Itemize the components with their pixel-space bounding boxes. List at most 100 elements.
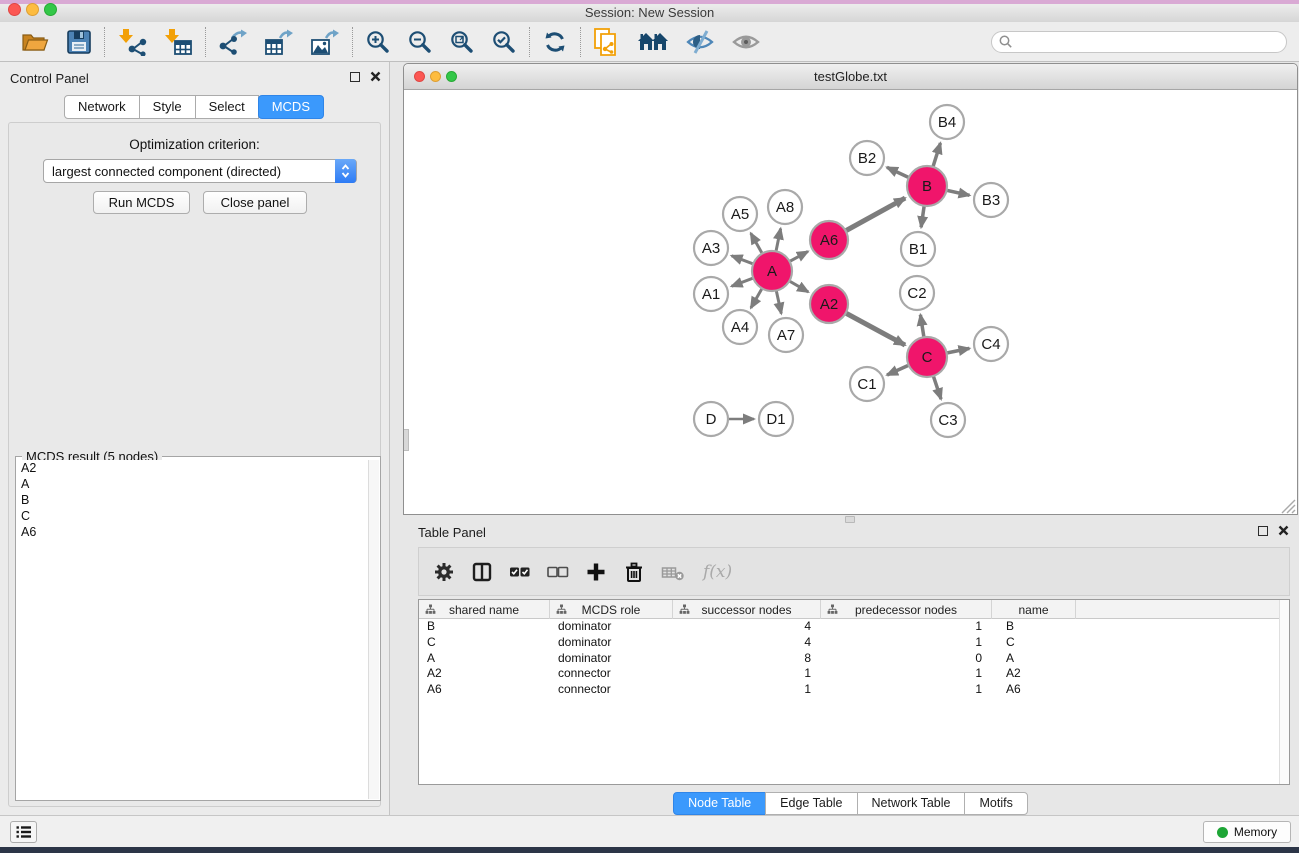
table-row[interactable]: A6connector11A6	[419, 682, 1289, 698]
cell[interactable]: dominator	[550, 635, 673, 651]
new-network-from-file-icon[interactable]	[593, 27, 621, 57]
table-row[interactable]: Adominator80A	[419, 651, 1289, 667]
cell[interactable]: 0	[821, 651, 992, 667]
node-C4[interactable]: C4	[974, 327, 1008, 361]
export-table-icon[interactable]	[264, 28, 294, 56]
node-B3[interactable]: B3	[974, 183, 1008, 217]
network-close-button[interactable]	[414, 71, 425, 82]
node-B1[interactable]: B1	[901, 232, 935, 266]
cell[interactable]: 1	[821, 635, 992, 651]
node-A6[interactable]: A6	[810, 221, 848, 259]
function-builder-icon[interactable]: f(x)	[701, 562, 732, 582]
node-D1[interactable]: D1	[759, 402, 793, 436]
node-A[interactable]: A	[752, 251, 792, 291]
tab-motifs[interactable]: Motifs	[964, 792, 1027, 815]
mcds-result-scrollbar[interactable]	[368, 460, 379, 799]
delete-row-trash-icon[interactable]	[623, 561, 645, 583]
network-canvas[interactable]: B4B2BB3A5A8A6B1A3AC2A1A2A4A7C4CC1C3DD1	[404, 90, 1297, 514]
close-panel-icon[interactable]	[1278, 525, 1289, 536]
cell[interactable]: B	[992, 619, 1076, 635]
mcds-result-list[interactable]: A2ABCA6	[17, 460, 369, 799]
cell[interactable]: A2	[419, 666, 550, 682]
tab-node-table[interactable]: Node Table	[673, 792, 766, 815]
open-session-icon[interactable]	[20, 29, 50, 55]
search-input[interactable]	[1014, 33, 1286, 51]
cell[interactable]: 4	[673, 635, 821, 651]
mcds-result-item[interactable]: C	[17, 508, 369, 524]
export-network-icon[interactable]	[218, 28, 248, 56]
criterion-dropdown[interactable]: largest connected component (directed)	[43, 159, 357, 183]
table-row[interactable]: Cdominator41C	[419, 635, 1289, 651]
minimize-window-button[interactable]	[26, 3, 39, 16]
zoom-selected-icon[interactable]	[491, 29, 517, 55]
table-scrollbar[interactable]	[1279, 600, 1289, 784]
node-A7[interactable]: A7	[769, 318, 803, 352]
refresh-icon[interactable]	[542, 29, 568, 55]
hide-graphics-details-icon[interactable]	[685, 29, 715, 55]
memory-button[interactable]: Memory	[1203, 821, 1291, 843]
network-window-titlebar[interactable]: testGlobe.txt	[404, 64, 1297, 90]
cell[interactable]: connector	[550, 682, 673, 698]
node-C2[interactable]: C2	[900, 276, 934, 310]
deselect-all-icon[interactable]	[547, 561, 569, 583]
cell[interactable]: A6	[419, 682, 550, 698]
tab-network-table[interactable]: Network Table	[857, 792, 966, 815]
cell[interactable]: C	[992, 635, 1076, 651]
node-A2[interactable]: A2	[810, 285, 848, 323]
node-D[interactable]: D	[694, 402, 728, 436]
network-graph[interactable]: B4B2BB3A5A8A6B1A3AC2A1A2A4A7C4CC1C3DD1	[404, 90, 1297, 514]
column-layout-icon[interactable]	[471, 561, 493, 583]
add-row-icon[interactable]	[585, 561, 607, 583]
zoom-out-icon[interactable]	[407, 29, 433, 55]
cell[interactable]: A2	[992, 666, 1076, 682]
tab-edge-table[interactable]: Edge Table	[765, 792, 857, 815]
cell[interactable]: 1	[821, 619, 992, 635]
zoom-in-icon[interactable]	[365, 29, 391, 55]
node-C[interactable]: C	[907, 337, 947, 377]
run-mcds-button[interactable]: Run MCDS	[93, 191, 190, 214]
network-maximize-button[interactable]	[446, 71, 457, 82]
tab-style[interactable]: Style	[139, 95, 196, 119]
cell[interactable]: C	[419, 635, 550, 651]
node-C1[interactable]: C1	[850, 367, 884, 401]
mcds-result-item[interactable]: A6	[17, 524, 369, 540]
mcds-result-item[interactable]: B	[17, 492, 369, 508]
mcds-result-item[interactable]: A	[17, 476, 369, 492]
cell[interactable]: 1	[673, 682, 821, 698]
table-row[interactable]: Bdominator41B	[419, 619, 1289, 635]
cell[interactable]: 1	[821, 666, 992, 682]
cell[interactable]: A	[419, 651, 550, 667]
column-header-predecessor-nodes[interactable]: predecessor nodes	[821, 600, 992, 619]
column-header-successor-nodes[interactable]: successor nodes	[673, 600, 821, 619]
table-row[interactable]: A2connector11A2	[419, 666, 1289, 682]
select-all-icon[interactable]	[509, 561, 531, 583]
node-B2[interactable]: B2	[850, 141, 884, 175]
task-history-button[interactable]	[10, 821, 37, 843]
column-header-name[interactable]: name	[992, 600, 1076, 619]
close-panel-button[interactable]: Close panel	[203, 191, 307, 214]
node-A4[interactable]: A4	[723, 310, 757, 344]
node-B[interactable]: B	[907, 166, 947, 206]
float-panel-icon[interactable]	[1258, 526, 1268, 536]
save-session-icon[interactable]	[66, 29, 92, 55]
close-window-button[interactable]	[8, 3, 21, 16]
cell[interactable]: connector	[550, 666, 673, 682]
cell[interactable]: B	[419, 619, 550, 635]
node-C3[interactable]: C3	[931, 403, 965, 437]
canvas-left-scrollbar[interactable]	[404, 429, 409, 451]
close-panel-icon[interactable]	[370, 71, 381, 82]
mcds-result-item[interactable]: A2	[17, 460, 369, 476]
cell[interactable]: A6	[992, 682, 1076, 698]
import-network-icon[interactable]	[117, 28, 147, 56]
tab-network[interactable]: Network	[64, 95, 140, 119]
show-graphics-details-icon[interactable]	[731, 30, 761, 54]
cell[interactable]: 8	[673, 651, 821, 667]
network-minimize-button[interactable]	[430, 71, 441, 82]
cell[interactable]: 1	[821, 682, 992, 698]
node-A8[interactable]: A8	[768, 190, 802, 224]
cell[interactable]: dominator	[550, 651, 673, 667]
table-options-gear-icon[interactable]	[433, 561, 455, 583]
column-header-shared-name[interactable]: shared name	[419, 600, 550, 619]
column-header-mcds-role[interactable]: MCDS role	[550, 600, 673, 619]
zoom-fit-icon[interactable]	[449, 29, 475, 55]
